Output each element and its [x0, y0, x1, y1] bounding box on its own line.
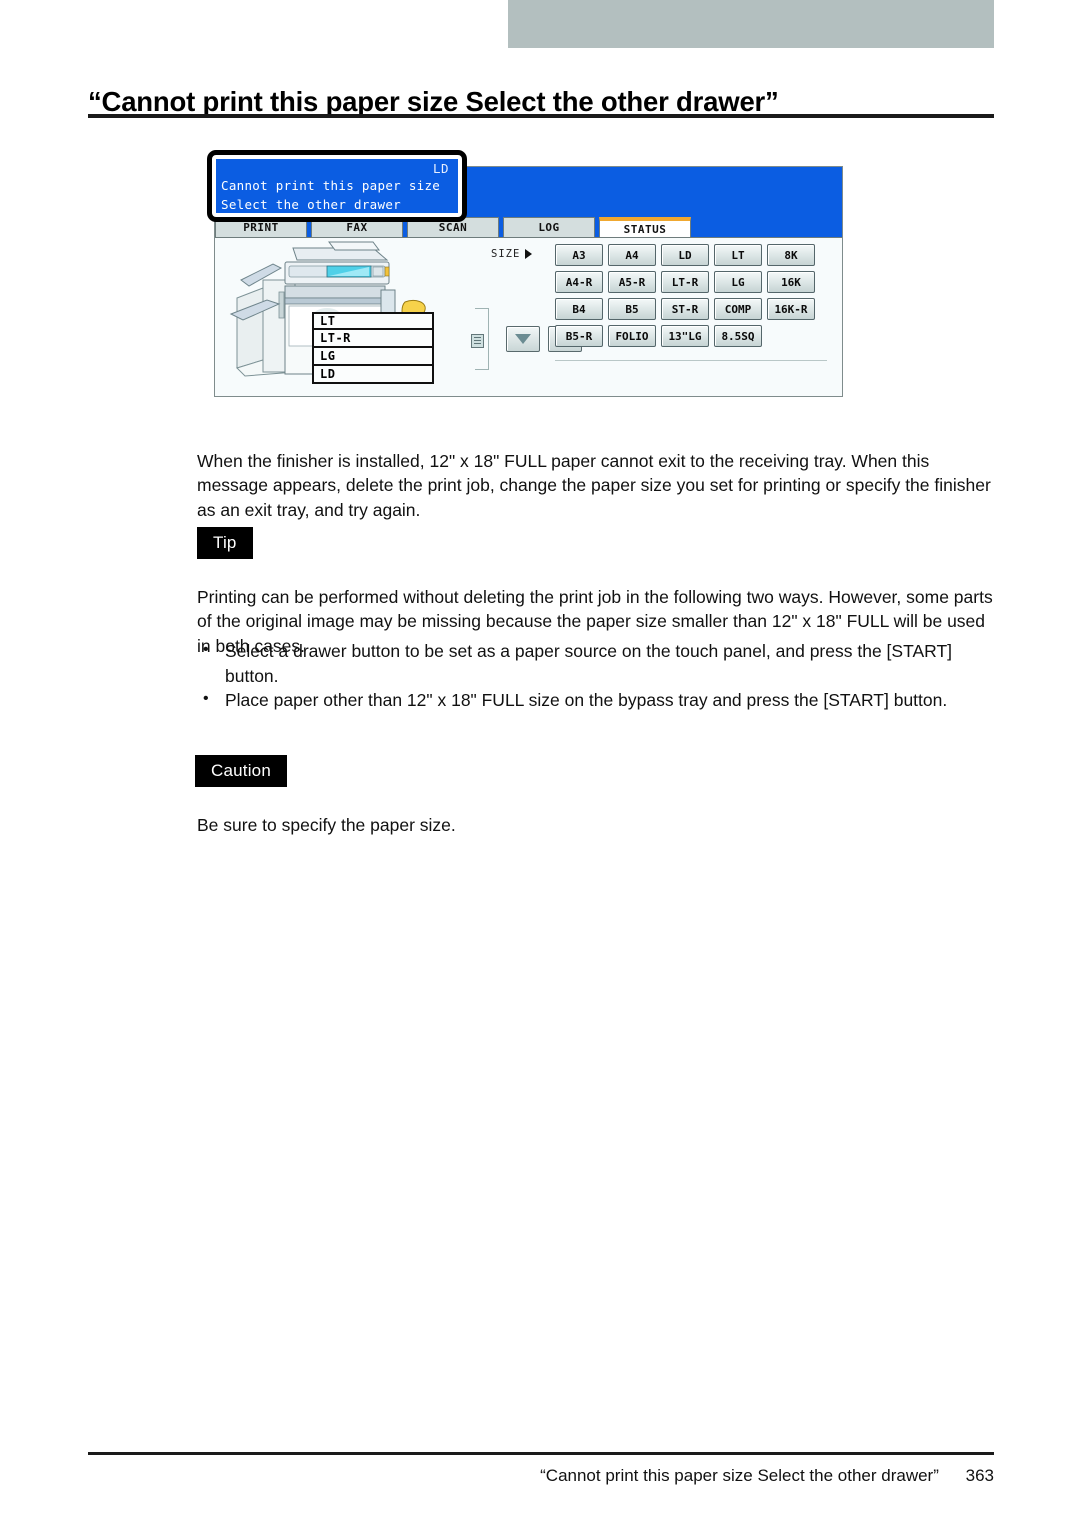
- tab-log[interactable]: LOG: [503, 217, 595, 237]
- size-row-2: A4-R A5-R LT-R LG 16K: [555, 271, 827, 293]
- size-label: SIZE: [491, 248, 533, 260]
- size-label-text: SIZE: [491, 248, 521, 260]
- size-button-lt-r[interactable]: LT-R: [661, 271, 709, 293]
- size-button-a4-r[interactable]: A4-R: [555, 271, 603, 293]
- size-button-16k-r[interactable]: 16K-R: [767, 298, 815, 320]
- caution-badge: Caution: [195, 755, 287, 787]
- lcd-body: LT LT-R LG LD SIZE A3 A4 LD LT 8K A4-R A…: [215, 237, 842, 396]
- size-button-16k[interactable]: 16K: [767, 271, 815, 293]
- size-button-st-r[interactable]: ST-R: [661, 298, 709, 320]
- size-button-b5-r[interactable]: B5-R: [555, 325, 603, 347]
- list-item: Select a drawer button to be set as a pa…: [197, 638, 997, 688]
- callout-job-size: LD: [432, 161, 449, 176]
- size-button-8k[interactable]: 8K: [767, 244, 815, 266]
- size-row-4: B5-R FOLIO 13"LG 8.5SQ: [555, 325, 827, 347]
- size-button-folio[interactable]: FOLIO: [608, 325, 656, 347]
- paper-stack-icon: [471, 334, 484, 348]
- footer-page-number: 363: [965, 1466, 994, 1485]
- footer-title: “Cannot print this paper size Select the…: [540, 1466, 939, 1485]
- size-row-3: B4 B5 ST-R COMP 16K-R: [555, 298, 827, 320]
- drawer-item-ld[interactable]: LD: [312, 366, 434, 384]
- tip-badge: Tip: [197, 527, 253, 559]
- grid-divider: [555, 360, 827, 361]
- drawer-item-lg[interactable]: LG: [312, 348, 434, 366]
- size-button-a4[interactable]: A4: [608, 244, 656, 266]
- scroll-down-button[interactable]: [506, 326, 540, 352]
- title-divider: [88, 114, 994, 118]
- callout-message-area: LD Cannot print this paper size Select t…: [216, 159, 458, 213]
- callout-message-line-2: Select the other drawer: [221, 197, 401, 212]
- size-button-a3[interactable]: A3: [555, 244, 603, 266]
- drawer-item-lt-r[interactable]: LT-R: [312, 330, 434, 348]
- paper-size-button-grid: A3 A4 LD LT 8K A4-R A5-R LT-R LG 16K B4 …: [555, 244, 827, 352]
- callout-message-line-1: Cannot print this paper size: [221, 178, 441, 193]
- tip-bullet-list: Select a drawer button to be set as a pa…: [197, 638, 997, 713]
- drawer-list: LT LT-R LG LD: [312, 312, 434, 384]
- arrow-down-icon: [515, 334, 531, 344]
- size-button-lt[interactable]: LT: [714, 244, 762, 266]
- caution-paragraph: Be sure to specify the paper size.: [197, 814, 456, 835]
- size-button-ld[interactable]: LD: [661, 244, 709, 266]
- drawer-item-lt[interactable]: LT: [312, 312, 434, 330]
- size-button-a5-r[interactable]: A5-R: [608, 271, 656, 293]
- size-button-lg[interactable]: LG: [714, 271, 762, 293]
- size-row-1: A3 A4 LD LT 8K: [555, 244, 827, 266]
- header-gray-bar: [508, 0, 994, 48]
- size-button-comp[interactable]: COMP: [714, 298, 762, 320]
- tab-status[interactable]: STATUS: [599, 217, 691, 237]
- size-button-13lg[interactable]: 13"LG: [661, 325, 709, 347]
- error-message-callout: LD Cannot print this paper size Select t…: [207, 150, 467, 222]
- caret-right-icon: [525, 249, 533, 259]
- size-button-b4[interactable]: B4: [555, 298, 603, 320]
- size-button-b5[interactable]: B5: [608, 298, 656, 320]
- footer-divider: [88, 1452, 994, 1455]
- footer: “Cannot print this paper size Select the…: [88, 1466, 994, 1486]
- size-button-85sq[interactable]: 8.5SQ: [714, 325, 762, 347]
- intro-paragraph: When the finisher is installed, 12" x 18…: [197, 450, 991, 520]
- list-item: Place paper other than 12" x 18" FULL si…: [197, 687, 997, 713]
